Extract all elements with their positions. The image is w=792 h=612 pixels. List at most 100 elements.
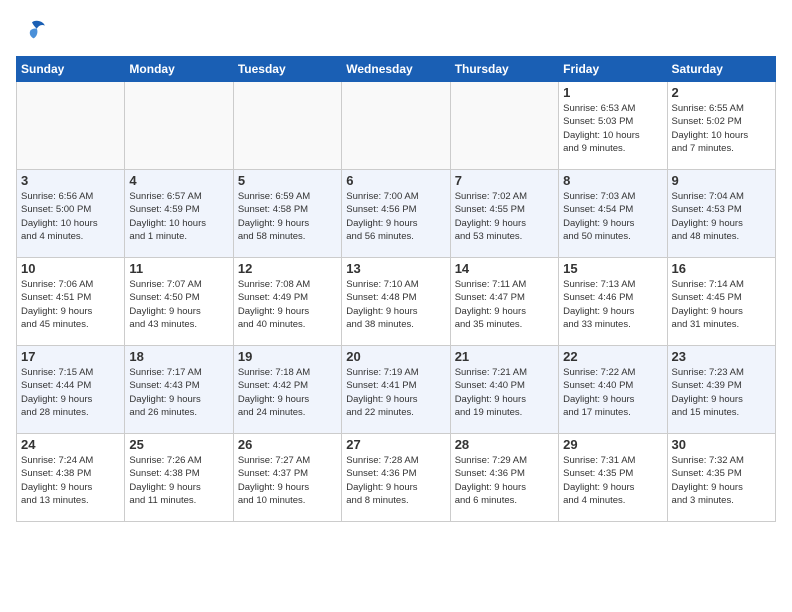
day-number: 15 (563, 261, 662, 276)
day-info: Sunrise: 7:15 AM Sunset: 4:44 PM Dayligh… (21, 366, 120, 419)
day-number: 27 (346, 437, 445, 452)
calendar-cell: 6 Sunrise: 7:00 AM Sunset: 4:56 PM Daylig… (342, 170, 450, 258)
calendar-cell: 23 Sunrise: 7:23 AM Sunset: 4:39 PM Dayli… (667, 346, 775, 434)
calendar-cell: 7 Sunrise: 7:02 AM Sunset: 4:55 PM Daylig… (450, 170, 558, 258)
day-info: Sunrise: 7:21 AM Sunset: 4:40 PM Dayligh… (455, 366, 554, 419)
day-number: 8 (563, 173, 662, 188)
calendar-header-row: SundayMondayTuesdayWednesdayThursdayFrid… (17, 57, 776, 82)
day-number: 1 (563, 85, 662, 100)
calendar-cell: 8 Sunrise: 7:03 AM Sunset: 4:54 PM Daylig… (559, 170, 667, 258)
calendar-cell: 10 Sunrise: 7:06 AM Sunset: 4:51 PM Dayli… (17, 258, 125, 346)
day-info: Sunrise: 7:13 AM Sunset: 4:46 PM Dayligh… (563, 278, 662, 331)
day-number: 7 (455, 173, 554, 188)
calendar-cell: 12 Sunrise: 7:08 AM Sunset: 4:49 PM Dayli… (233, 258, 341, 346)
calendar-cell: 17 Sunrise: 7:15 AM Sunset: 4:44 PM Dayli… (17, 346, 125, 434)
day-info: Sunrise: 6:56 AM Sunset: 5:00 PM Dayligh… (21, 190, 120, 243)
calendar-table: SundayMondayTuesdayWednesdayThursdayFrid… (16, 56, 776, 522)
calendar-week-row: 1 Sunrise: 6:53 AM Sunset: 5:03 PM Daylig… (17, 82, 776, 170)
logo (16, 16, 52, 48)
calendar-cell: 24 Sunrise: 7:24 AM Sunset: 4:38 PM Dayli… (17, 434, 125, 522)
day-number: 5 (238, 173, 337, 188)
day-info: Sunrise: 7:17 AM Sunset: 4:43 PM Dayligh… (129, 366, 228, 419)
day-info: Sunrise: 6:57 AM Sunset: 4:59 PM Dayligh… (129, 190, 228, 243)
calendar-cell: 4 Sunrise: 6:57 AM Sunset: 4:59 PM Daylig… (125, 170, 233, 258)
day-info: Sunrise: 7:06 AM Sunset: 4:51 PM Dayligh… (21, 278, 120, 331)
calendar-cell: 19 Sunrise: 7:18 AM Sunset: 4:42 PM Dayli… (233, 346, 341, 434)
calendar-cell: 21 Sunrise: 7:21 AM Sunset: 4:40 PM Dayli… (450, 346, 558, 434)
day-info: Sunrise: 7:31 AM Sunset: 4:35 PM Dayligh… (563, 454, 662, 507)
day-info: Sunrise: 7:29 AM Sunset: 4:36 PM Dayligh… (455, 454, 554, 507)
day-info: Sunrise: 7:24 AM Sunset: 4:38 PM Dayligh… (21, 454, 120, 507)
calendar-cell (450, 82, 558, 170)
day-number: 18 (129, 349, 228, 364)
calendar-cell: 30Sunrise: 7:32 AM Sunset: 4:35 PM Dayli… (667, 434, 775, 522)
day-number: 17 (21, 349, 120, 364)
weekday-header-tuesday: Tuesday (233, 57, 341, 82)
calendar-cell (125, 82, 233, 170)
calendar-cell: 20Sunrise: 7:19 AM Sunset: 4:41 PM Dayli… (342, 346, 450, 434)
day-number: 4 (129, 173, 228, 188)
day-number: 10 (21, 261, 120, 276)
day-number: 28 (455, 437, 554, 452)
calendar-cell (233, 82, 341, 170)
logo-bird-icon (16, 16, 48, 48)
weekday-header-thursday: Thursday (450, 57, 558, 82)
calendar-week-row: 10 Sunrise: 7:06 AM Sunset: 4:51 PM Dayli… (17, 258, 776, 346)
weekday-header-sunday: Sunday (17, 57, 125, 82)
weekday-header-wednesday: Wednesday (342, 57, 450, 82)
calendar-cell: 13 Sunrise: 7:10 AM Sunset: 4:48 PM Dayli… (342, 258, 450, 346)
day-number: 23 (672, 349, 771, 364)
calendar-week-row: 3 Sunrise: 6:56 AM Sunset: 5:00 PM Daylig… (17, 170, 776, 258)
day-number: 29 (563, 437, 662, 452)
day-info: Sunrise: 7:27 AM Sunset: 4:37 PM Dayligh… (238, 454, 337, 507)
calendar-cell: 29 Sunrise: 7:31 AM Sunset: 4:35 PM Dayli… (559, 434, 667, 522)
calendar-cell: 3 Sunrise: 6:56 AM Sunset: 5:00 PM Daylig… (17, 170, 125, 258)
day-info: Sunrise: 7:02 AM Sunset: 4:55 PM Dayligh… (455, 190, 554, 243)
day-info: Sunrise: 7:32 AM Sunset: 4:35 PM Dayligh… (672, 454, 771, 507)
page-header (16, 16, 776, 48)
day-number: 12 (238, 261, 337, 276)
day-info: Sunrise: 6:55 AM Sunset: 5:02 PM Dayligh… (672, 102, 771, 155)
calendar-cell: 28 Sunrise: 7:29 AM Sunset: 4:36 PM Dayli… (450, 434, 558, 522)
calendar-cell (342, 82, 450, 170)
day-info: Sunrise: 7:26 AM Sunset: 4:38 PM Dayligh… (129, 454, 228, 507)
day-info: Sunrise: 7:19 AM Sunset: 4:41 PM Dayligh… (346, 366, 445, 419)
day-number: 11 (129, 261, 228, 276)
day-info: Sunrise: 7:08 AM Sunset: 4:49 PM Dayligh… (238, 278, 337, 331)
calendar-cell: 5 Sunrise: 6:59 AM Sunset: 4:58 PM Daylig… (233, 170, 341, 258)
day-number: 21 (455, 349, 554, 364)
day-number: 14 (455, 261, 554, 276)
calendar-cell: 25 Sunrise: 7:26 AM Sunset: 4:38 PM Dayli… (125, 434, 233, 522)
day-info: Sunrise: 7:22 AM Sunset: 4:40 PM Dayligh… (563, 366, 662, 419)
day-number: 24 (21, 437, 120, 452)
day-info: Sunrise: 7:10 AM Sunset: 4:48 PM Dayligh… (346, 278, 445, 331)
day-number: 2 (672, 85, 771, 100)
day-number: 3 (21, 173, 120, 188)
calendar-week-row: 17 Sunrise: 7:15 AM Sunset: 4:44 PM Dayli… (17, 346, 776, 434)
calendar-week-row: 24 Sunrise: 7:24 AM Sunset: 4:38 PM Dayli… (17, 434, 776, 522)
day-number: 26 (238, 437, 337, 452)
day-number: 19 (238, 349, 337, 364)
day-info: Sunrise: 7:03 AM Sunset: 4:54 PM Dayligh… (563, 190, 662, 243)
calendar-cell: 14 Sunrise: 7:11 AM Sunset: 4:47 PM Dayli… (450, 258, 558, 346)
day-number: 9 (672, 173, 771, 188)
calendar-cell: 11 Sunrise: 7:07 AM Sunset: 4:50 PM Dayli… (125, 258, 233, 346)
day-number: 25 (129, 437, 228, 452)
day-info: Sunrise: 6:53 AM Sunset: 5:03 PM Dayligh… (563, 102, 662, 155)
day-info: Sunrise: 7:14 AM Sunset: 4:45 PM Dayligh… (672, 278, 771, 331)
day-info: Sunrise: 7:18 AM Sunset: 4:42 PM Dayligh… (238, 366, 337, 419)
day-info: Sunrise: 7:00 AM Sunset: 4:56 PM Dayligh… (346, 190, 445, 243)
day-info: Sunrise: 7:11 AM Sunset: 4:47 PM Dayligh… (455, 278, 554, 331)
day-number: 6 (346, 173, 445, 188)
day-info: Sunrise: 6:59 AM Sunset: 4:58 PM Dayligh… (238, 190, 337, 243)
weekday-header-saturday: Saturday (667, 57, 775, 82)
day-number: 22 (563, 349, 662, 364)
day-info: Sunrise: 7:23 AM Sunset: 4:39 PM Dayligh… (672, 366, 771, 419)
day-info: Sunrise: 7:04 AM Sunset: 4:53 PM Dayligh… (672, 190, 771, 243)
calendar-cell: 16Sunrise: 7:14 AM Sunset: 4:45 PM Dayli… (667, 258, 775, 346)
calendar-cell: 22 Sunrise: 7:22 AM Sunset: 4:40 PM Dayli… (559, 346, 667, 434)
calendar-cell: 15 Sunrise: 7:13 AM Sunset: 4:46 PM Dayli… (559, 258, 667, 346)
day-info: Sunrise: 7:07 AM Sunset: 4:50 PM Dayligh… (129, 278, 228, 331)
day-number: 13 (346, 261, 445, 276)
calendar-cell: 9 Sunrise: 7:04 AM Sunset: 4:53 PM Daylig… (667, 170, 775, 258)
